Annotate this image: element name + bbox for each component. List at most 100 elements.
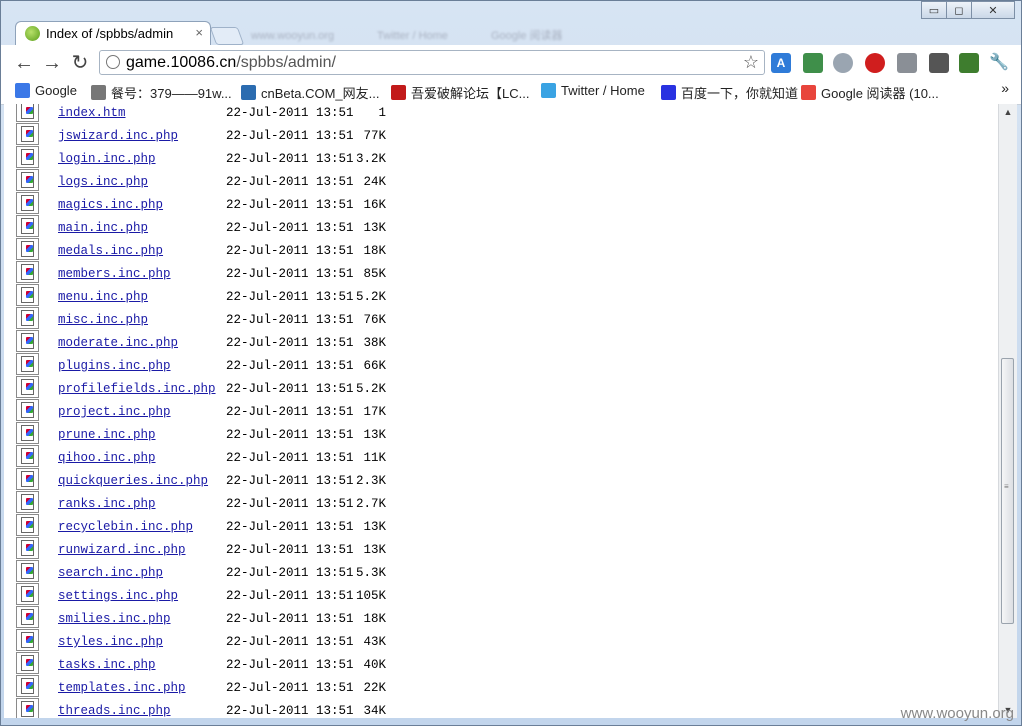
file-row: tasks.inc.php 22-Jul-2011 13:51 40K <box>4 652 424 681</box>
bookmark-star-icon[interactable]: ☆ <box>743 52 759 73</box>
file-row: styles.inc.php 22-Jul-2011 13:51 43K <box>4 629 424 658</box>
file-size: 2.3K <box>355 474 386 488</box>
file-icon <box>16 146 39 168</box>
file-link[interactable]: misc.inc.php <box>58 313 148 327</box>
file-link[interactable]: login.inc.php <box>58 152 156 166</box>
bookmark-item[interactable]: 吾爱破解论坛【LC... <box>391 83 529 102</box>
file-size: 13K <box>363 221 386 235</box>
file-size: 3.2K <box>355 152 386 166</box>
file-date: 22-Jul-2011 13:51 <box>226 382 354 396</box>
tab-active[interactable]: Index of /spbbs/admin × <box>15 21 211 46</box>
file-row: templates.inc.php 22-Jul-2011 13:51 22K <box>4 675 424 704</box>
file-size: 17K <box>363 405 386 419</box>
address-bar[interactable]: game.10086.cn/spbbs/admin/ ☆ <box>99 50 765 75</box>
file-size: 18K <box>363 244 386 258</box>
vertical-scrollbar[interactable]: ▲ ≡ ▼ <box>998 104 1017 718</box>
file-link[interactable]: menu.inc.php <box>58 290 148 304</box>
file-link[interactable]: project.inc.php <box>58 405 171 419</box>
bookmark-item[interactable]: Google <box>15 83 77 98</box>
file-link[interactable]: magics.inc.php <box>58 198 163 212</box>
file-date: 22-Jul-2011 13:51 <box>226 658 354 672</box>
file-size: 11K <box>363 451 386 465</box>
file-link[interactable]: qihoo.inc.php <box>58 451 156 465</box>
bookmark-item[interactable]: 餐号：379——91w... <box>91 83 232 102</box>
forward-button[interactable]: → <box>41 52 63 74</box>
file-link[interactable]: plugins.inc.php <box>58 359 171 373</box>
file-row: runwizard.inc.php 22-Jul-2011 13:51 13K <box>4 537 424 566</box>
file-link[interactable]: jswizard.inc.php <box>58 129 178 143</box>
file-date: 22-Jul-2011 13:51 <box>226 106 354 120</box>
translate-extension-icon[interactable]: A <box>771 53 791 73</box>
file-link[interactable]: medals.inc.php <box>58 244 163 258</box>
background-tabs[interactable]: www.wooyun.org Twitter / Home Google 阅读器 <box>251 27 891 42</box>
scroll-up-arrow-icon[interactable]: ▲ <box>999 104 1017 120</box>
file-icon <box>16 514 39 536</box>
file-link[interactable]: members.inc.php <box>58 267 171 281</box>
bookmark-item[interactable]: 百度一下，你就知道 <box>661 83 798 102</box>
maximize-button[interactable]: ◻ <box>946 1 972 19</box>
file-link[interactable]: recyclebin.inc.php <box>58 520 193 534</box>
screenshot-extension-icon[interactable] <box>803 53 823 73</box>
file-row: quickqueries.inc.php 22-Jul-2011 13:51 2.3… <box>4 468 424 497</box>
bookmark-item[interactable]: Twitter / Home <box>541 83 645 98</box>
background-tab[interactable]: www.wooyun.org <box>251 30 334 42</box>
background-tab[interactable]: Twitter / Home <box>377 30 448 42</box>
file-date: 22-Jul-2011 13:51 <box>226 152 354 166</box>
file-link[interactable]: ranks.inc.php <box>58 497 156 511</box>
file-link[interactable]: settings.inc.php <box>58 589 178 603</box>
mail-checker-icon[interactable] <box>897 53 917 73</box>
page-info-icon[interactable] <box>106 55 120 69</box>
file-icon <box>16 468 39 490</box>
file-row: jswizard.inc.php 22-Jul-2011 13:51 77K <box>4 123 424 152</box>
file-link[interactable]: logs.inc.php <box>58 175 148 189</box>
evernote-extension-icon[interactable] <box>959 53 979 73</box>
file-size: 5.2K <box>355 290 386 304</box>
minimize-button[interactable]: ▭ <box>921 1 947 19</box>
adblock-extension-icon[interactable] <box>865 53 885 73</box>
file-link[interactable]: styles.inc.php <box>58 635 163 649</box>
favicon-icon <box>25 26 40 41</box>
file-icon <box>16 491 39 513</box>
file-link[interactable]: prune.inc.php <box>58 428 156 442</box>
bookmarks-overflow-button[interactable]: » <box>1001 80 1009 96</box>
file-icon <box>16 560 39 582</box>
reload-button[interactable]: ↻ <box>69 52 91 74</box>
back-button[interactable]: ← <box>13 52 35 74</box>
file-link[interactable]: search.inc.php <box>58 566 163 580</box>
file-link[interactable]: index.htm <box>58 106 126 120</box>
file-size: 34K <box>363 704 386 718</box>
scrollbar-thumb[interactable]: ≡ <box>1001 358 1014 624</box>
file-link[interactable]: profilefields.inc.php <box>58 382 216 396</box>
phone-extension-icon[interactable] <box>929 53 949 73</box>
close-window-button[interactable]: ✕ <box>971 1 1015 19</box>
file-link[interactable]: tasks.inc.php <box>58 658 156 672</box>
bookmark-item[interactable]: cnBeta.COM_网友... <box>241 83 379 102</box>
file-size: 13K <box>363 428 386 442</box>
file-link[interactable]: main.inc.php <box>58 221 148 235</box>
file-size: 16K <box>363 198 386 212</box>
file-icon <box>16 192 39 214</box>
bookmark-item[interactable]: Google 阅读器 (10... <box>801 83 939 102</box>
file-row: profilefields.inc.php 22-Jul-2011 13:51 5.… <box>4 376 424 405</box>
tab-strip: Index of /spbbs/admin × www.wooyun.org T… <box>1 1 1021 46</box>
file-date: 22-Jul-2011 13:51 <box>226 681 354 695</box>
file-link[interactable]: moderate.inc.php <box>58 336 178 350</box>
globe-icon <box>91 85 106 100</box>
wrench-menu-icon[interactable]: 🔧 <box>989 53 1009 73</box>
background-tab[interactable]: Google 阅读器 <box>491 30 563 42</box>
file-link[interactable]: quickqueries.inc.php <box>58 474 208 488</box>
url-text[interactable]: game.10086.cn/spbbs/admin/ <box>126 54 336 72</box>
bookmark-label: cnBeta.COM_网友... <box>261 86 380 101</box>
new-tab-button[interactable] <box>209 27 245 45</box>
file-row: login.inc.php 22-Jul-2011 13:51 3.2K <box>4 146 424 175</box>
file-link[interactable]: runwizard.inc.php <box>58 543 186 557</box>
file-date: 22-Jul-2011 13:51 <box>226 497 354 511</box>
sync-extension-icon[interactable] <box>833 53 853 73</box>
file-date: 22-Jul-2011 13:51 <box>226 359 354 373</box>
file-link[interactable]: smilies.inc.php <box>58 612 171 626</box>
file-link[interactable]: templates.inc.php <box>58 681 186 695</box>
file-icon <box>16 422 39 444</box>
close-tab-icon[interactable]: × <box>195 25 203 40</box>
file-link[interactable]: threads.inc.php <box>58 704 171 718</box>
google-icon <box>15 83 30 98</box>
